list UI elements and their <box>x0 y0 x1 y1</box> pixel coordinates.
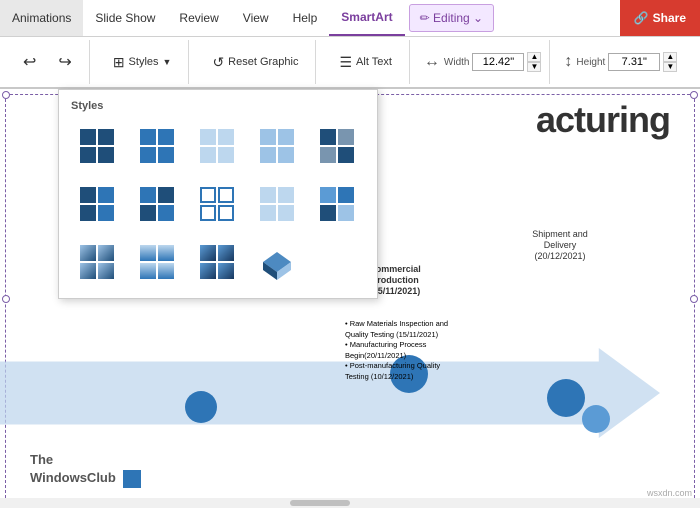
styles-dropdown: Styles <box>58 89 378 299</box>
width-icon: ↔ <box>424 53 440 71</box>
menu-review[interactable]: Review <box>167 0 230 36</box>
style-item-7[interactable] <box>131 178 183 230</box>
style-item-10[interactable] <box>311 178 363 230</box>
styles-button[interactable]: ⊞ Styles ▼ <box>104 49 181 76</box>
ribbon-height-group: ↕ Height ▲ ▼ <box>556 40 685 84</box>
circle-node-1 <box>185 391 217 423</box>
ribbon-width-group: ↔ Width ▲ ▼ <box>416 40 550 84</box>
style-item-13[interactable] <box>191 236 243 288</box>
width-up-arrow[interactable]: ▲ <box>527 52 541 62</box>
style-item-2[interactable] <box>131 120 183 172</box>
redo-icon: ↪ <box>58 52 71 72</box>
style-item-11[interactable] <box>71 236 123 288</box>
width-input[interactable] <box>472 53 524 71</box>
node-label-3: Shipment andDelivery(20/12/2021) <box>510 229 610 261</box>
ribbon-styles-group: ⊞ Styles ▼ <box>96 40 190 84</box>
style-item-6[interactable] <box>71 178 123 230</box>
reset-graphic-button[interactable]: ↺ Reset Graphic <box>203 49 307 76</box>
ribbon-reset-group: ↺ Reset Graphic <box>195 40 316 84</box>
style-item-8[interactable] <box>191 178 243 230</box>
width-label: Width <box>444 57 470 68</box>
height-input[interactable] <box>608 53 660 71</box>
circle-node-3 <box>547 379 585 417</box>
height-spinner[interactable]: ▲ ▼ <box>663 52 677 72</box>
style-item-3[interactable] <box>191 120 243 172</box>
menu-bar: Animations Slide Show Review View Help S… <box>0 0 700 37</box>
menu-animations[interactable]: Animations <box>0 0 83 36</box>
styles-grid <box>71 120 365 288</box>
circle-node-4 <box>582 405 610 433</box>
height-down-arrow[interactable]: ▼ <box>663 62 677 72</box>
share-icon: 🔗 <box>634 11 649 25</box>
share-button[interactable]: 🔗 Share <box>620 0 700 36</box>
bullet-item-3: Post-manufacturing Quality Testing (10/1… <box>345 361 450 382</box>
bullet-item-2: Manufacturing Process Begin(20/11/2021) <box>345 340 450 361</box>
wsxdn-label: wsxdn.com <box>647 488 692 498</box>
menu-view[interactable]: View <box>231 0 281 36</box>
menu-smartart[interactable]: SmartArt <box>329 0 404 36</box>
width-field: Width ▲ ▼ <box>444 52 541 72</box>
styles-chevron-icon: ▼ <box>163 57 172 67</box>
menu-help[interactable]: Help <box>281 0 330 36</box>
bullet-item-1: Raw Materials Inspection and Quality Tes… <box>345 319 450 340</box>
alttext-icon: ☰ <box>339 54 352 71</box>
style-item-4[interactable] <box>251 120 303 172</box>
slide-title: acturing <box>536 99 670 141</box>
watermark: The WindowsClub <box>30 451 141 488</box>
style-item-9[interactable] <box>251 178 303 230</box>
reset-icon: ↺ <box>212 54 224 71</box>
redo-button[interactable]: ↪ <box>49 47 80 77</box>
horizontal-scrollbar[interactable] <box>0 498 700 508</box>
height-label: Height <box>576 57 605 68</box>
height-icon: ↕ <box>564 53 572 71</box>
style-item-12[interactable] <box>131 236 183 288</box>
ribbon: ↩ ↪ ⊞ Styles ▼ ↺ Reset Graphic ☰ Alt Tex… <box>0 37 700 89</box>
bullet-list: Raw Materials Inspection and Quality Tes… <box>345 319 450 382</box>
width-spinner[interactable]: ▲ ▼ <box>527 52 541 72</box>
styles-panel-title: Styles <box>71 100 365 112</box>
undo-button[interactable]: ↩ <box>14 47 45 77</box>
menu-slideshow[interactable]: Slide Show <box>83 0 167 36</box>
undo-icon: ↩ <box>23 52 36 72</box>
height-field: Height ▲ ▼ <box>576 52 677 72</box>
height-up-arrow[interactable]: ▲ <box>663 52 677 62</box>
ribbon-undoredo-group: ↩ ↪ <box>6 40 90 84</box>
style-item-15[interactable] <box>311 236 363 288</box>
style-item-5[interactable] <box>311 120 363 172</box>
style-item-1[interactable] <box>71 120 123 172</box>
styles-icon: ⊞ <box>113 54 125 71</box>
watermark-icon <box>123 470 141 488</box>
editing-button[interactable]: ✏ Editing ⌄ <box>409 4 494 32</box>
alt-text-button[interactable]: ☰ Alt Text <box>330 49 400 76</box>
scrollbar-thumb[interactable] <box>290 500 350 506</box>
style-item-14[interactable] <box>251 236 303 288</box>
ribbon-alttext-group: ☰ Alt Text <box>322 40 409 84</box>
bullet-list-container: Raw Materials Inspection and Quality Tes… <box>345 319 450 382</box>
width-down-arrow[interactable]: ▼ <box>527 62 541 72</box>
